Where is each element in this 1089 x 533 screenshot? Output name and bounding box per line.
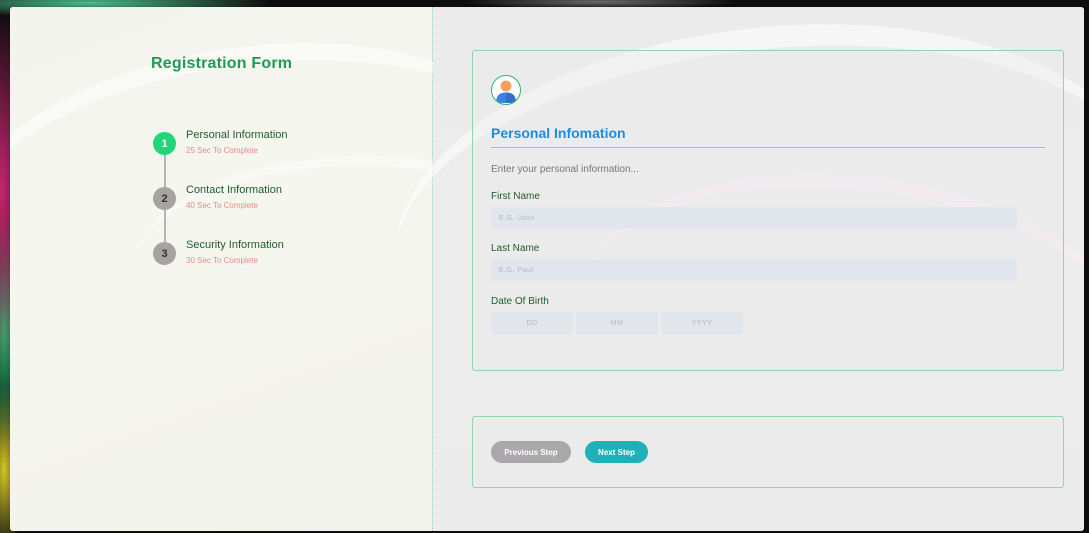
form-title: Registration Form: [151, 55, 293, 72]
user-avatar-icon: [491, 75, 521, 105]
dob-month-input[interactable]: [576, 312, 658, 334]
step-contact-information[interactable]: 2 Contact Information 40 Sec To Complete: [153, 184, 413, 214]
steps-panel: Registration Form 1 Personal Information…: [10, 7, 659, 531]
step-security-information[interactable]: 3 Security Information 30 Sec To Complet…: [153, 239, 413, 269]
step-list: 1 Personal Information 25 Sec To Complet…: [153, 122, 413, 282]
next-step-button[interactable]: Next Step: [585, 441, 648, 463]
step-title: Personal Information: [186, 129, 288, 141]
dob-day-input[interactable]: [491, 312, 573, 334]
step-duration: 40 Sec To Complete: [186, 201, 258, 210]
dob-year-input[interactable]: [661, 312, 743, 334]
section-divider: [491, 147, 1045, 148]
step-number-badge: 1: [153, 132, 176, 155]
section-intro-text: Enter your personal information...: [491, 164, 639, 175]
last-name-input[interactable]: [491, 259, 1017, 281]
section-title: Personal Infomation: [491, 125, 626, 141]
first-name-input[interactable]: [491, 207, 1017, 229]
step-number-badge: 2: [153, 187, 176, 210]
registration-window: Registration Form 1 Personal Information…: [10, 7, 1084, 531]
personal-information-card: Personal Infomation Enter your personal …: [472, 50, 1064, 371]
previous-step-button[interactable]: Previous Step: [491, 441, 571, 463]
step-duration: 25 Sec To Complete: [186, 146, 258, 155]
step-duration: 30 Sec To Complete: [186, 256, 258, 265]
step-number-badge: 3: [153, 242, 176, 265]
date-of-birth-label: Date Of Birth: [491, 296, 549, 307]
step-title: Contact Information: [186, 184, 282, 196]
step-title: Security Information: [186, 239, 284, 251]
step-personal-information[interactable]: 1 Personal Information 25 Sec To Complet…: [153, 129, 413, 159]
last-name-label: Last Name: [491, 243, 540, 254]
navigation-card: Previous Step Next Step: [472, 416, 1064, 488]
first-name-label: First Name: [491, 191, 540, 202]
